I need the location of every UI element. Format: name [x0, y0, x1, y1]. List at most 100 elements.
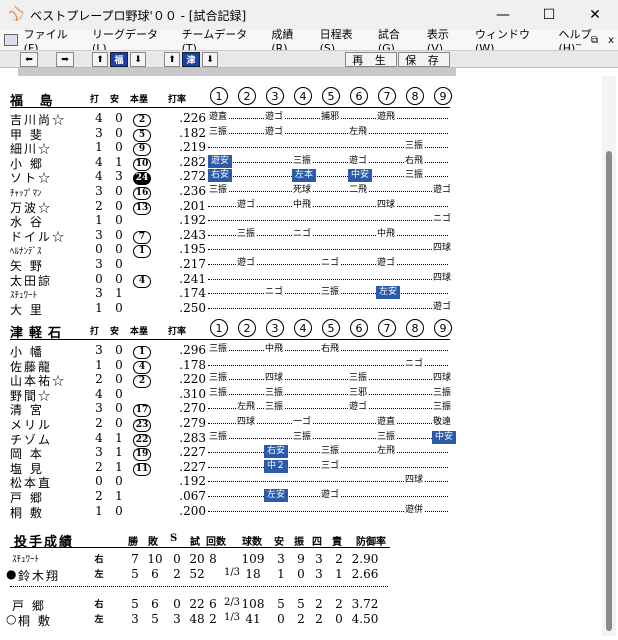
team2-player-row[interactable]: チゾム 4 1 22.283 三振 三振 三振 中安	[10, 430, 470, 447]
at-bat-result: 四球	[236, 416, 257, 429]
mdi-close-button[interactable]: x	[608, 35, 614, 46]
home-runs: 24	[132, 169, 152, 186]
at-bat-result: 遊飛	[376, 111, 397, 124]
pitching-rule	[10, 547, 390, 548]
pitcher-stat-w: 5	[131, 567, 139, 581]
team1-player-row[interactable]: 万波☆ 2 0 13.201 遊ゴ 中飛 四球	[10, 198, 470, 215]
at-bat-dots	[208, 278, 448, 280]
mdi-restore-button[interactable]: ⧉	[591, 35, 598, 46]
batting-average: .201	[179, 198, 206, 213]
pitcher-stat-g: 52	[189, 567, 205, 581]
batting-average: .178	[179, 357, 206, 372]
team1-player-row[interactable]: 太田諒 0 0 4.241 四球	[10, 271, 470, 288]
scrollbar-thumb[interactable]	[606, 151, 612, 631]
at-bats: 2	[95, 489, 103, 503]
window-title: ベストプレープロ野球'００ - [試合記録]	[30, 8, 247, 23]
at-bat-result: 右安	[208, 169, 233, 183]
at-bat-result: 右飛	[404, 154, 425, 168]
home-runs: 10	[132, 155, 152, 171]
team1-player-row[interactable]: ﾁｬｯﾌﾟﾏﾝ 3 0 16 .236 三振 死球 二飛 遊ゴ	[10, 184, 470, 200]
team1-inning-7: 7	[378, 87, 396, 105]
team1-up-icon[interactable]: ⬆	[92, 52, 108, 67]
at-bats: 1	[95, 140, 103, 155]
team2-player-row[interactable]: 佐藤龍 1 0 4.178 ニゴ	[10, 357, 470, 374]
play-button[interactable]: 再 生	[345, 52, 397, 67]
save-button[interactable]: 保 存	[398, 52, 450, 67]
batting-average: .236	[179, 184, 206, 198]
document-system-icon[interactable]	[4, 34, 18, 46]
team1-player-row[interactable]: ｽﾁｭﾜｰﾄ 3 1 .174 ニゴ 三振 左安	[10, 286, 470, 301]
team2-inning-9: 9	[434, 319, 452, 337]
pitcher-row[interactable]: 戸 郷右 5 6 0 22 6 108 5 5 2 2 3.72 2/3	[10, 597, 410, 613]
hits: 0	[115, 372, 123, 387]
team2-player-row[interactable]: 戸 郷 2 1.067 左安 遊ゴ	[10, 489, 470, 505]
team1-down-icon[interactable]: ⬇	[130, 52, 146, 67]
team1-player-row[interactable]: 矢 野 3 0.217 遊ゴ ニゴ 遊ゴ	[10, 257, 470, 273]
team2-player-row[interactable]: 岡 本 3 1 19.227 右安 三振 左飛	[10, 445, 470, 462]
at-bat-result: 三振	[320, 445, 341, 459]
mdi-minimize-button[interactable]: _	[576, 35, 581, 46]
at-bats: 2	[95, 372, 103, 387]
pitcher-stat-l: 5	[151, 612, 159, 626]
pitcher-innings-fraction: 2/3	[223, 597, 241, 608]
pitcher-stat-h: 0	[277, 612, 285, 626]
pitcher-row[interactable]: ｽﾁｭﾜｰﾄ右 7 10 0 20 8 109 3 9 3 2 2.90	[10, 552, 410, 568]
batting-average: .226	[179, 111, 206, 125]
team2-player-row[interactable]: 松本直 0 0.192 四球	[10, 474, 470, 490]
prev-arrow-icon[interactable]: ⬅	[20, 52, 38, 67]
team2-player-row[interactable]: 塩 見 2 1 11.227 中２ 三ゴ	[10, 459, 470, 476]
team2-down-icon[interactable]: ⬇	[202, 52, 218, 67]
vertical-scrollbar[interactable]	[602, 76, 616, 636]
at-bat-result: 二飛	[348, 184, 369, 197]
at-bat-result: 右飛	[320, 343, 341, 356]
team1-player-row[interactable]: ドイル☆ 3 0 7.243 三振 ニゴ 中飛	[10, 227, 470, 244]
pitcher-hand: 左	[94, 570, 104, 580]
at-bat-result: 一ゴ	[292, 416, 313, 429]
pitching-col-header: 回数	[206, 537, 226, 548]
team2-inning-3: 3	[266, 319, 284, 337]
player-name: ﾍﾙﾅﾝﾃﾞｽ	[10, 247, 42, 258]
toolbar: ⬅ ➡ ⬆ 福 ⬇ ⬆ 津 ⬇ 再 生 保 存	[0, 50, 618, 68]
at-bat-dots	[208, 379, 448, 381]
at-bat-dots	[208, 437, 448, 439]
pitcher-row[interactable]: ● 鈴木翔左 5 6 2 52 18 1 0 3 1 2.66 1/3	[6, 567, 410, 583]
team1-player-row[interactable]: ソト☆ 4 3 24.272 右安 左本 中安 三振	[10, 169, 470, 186]
next-arrow-icon[interactable]: ➡	[56, 52, 74, 67]
at-bat-result: 左飛	[236, 401, 257, 415]
home-runs: 2	[132, 372, 152, 389]
pitcher-stat-k: 2	[297, 612, 305, 626]
team1-button[interactable]: 福	[110, 52, 128, 67]
pitcher-row[interactable]: ○ 桐 敷左 3 5 3 48 2 41 0 2 2 0 4.50 1/3	[6, 612, 410, 628]
pitcher-hand: 右	[94, 600, 104, 610]
at-bat-result: 三振	[348, 372, 369, 386]
team2-player-row[interactable]: 山本祐☆ 2 0 2.220 三振 四球 三振 四球	[10, 372, 470, 389]
team1-player-row[interactable]: 甲 斐 3 0 5.182 三振 遊ゴ 左飛	[10, 125, 470, 142]
team2-button[interactable]: 津	[182, 52, 200, 67]
at-bat-result: 遊ゴ	[236, 198, 257, 212]
team1-player-row[interactable]: 水 谷 1 0.192 ニゴ	[10, 213, 470, 229]
menu-bar: ファイル(F) リーグデータ(L) チームデータ(T) 成績(R) 日程表(S)…	[0, 28, 618, 55]
team2-player-row[interactable]: 小 幡 3 0 1.296 三振 中飛 右飛	[10, 343, 470, 359]
team2-up-icon[interactable]: ⬆	[164, 52, 180, 67]
hits: 3	[115, 169, 123, 184]
team1-player-row[interactable]: 小 郷 4 1 10.282 遊安 三振 遊ゴ 右飛	[10, 154, 470, 171]
team1-player-row[interactable]: 吉川尚☆ 4 0 2.226 遊直 遊ゴ 捕邪 遊飛	[10, 111, 470, 127]
team2-player-row[interactable]: メリル 2 0 23.279 四球 一ゴ 遊直 敬遠	[10, 416, 470, 432]
team1-inning-6: 6	[350, 87, 368, 105]
at-bat-result: 三振	[208, 372, 229, 386]
team2-inning-7: 7	[378, 319, 396, 337]
team1-player-row[interactable]: ﾍﾙﾅﾝﾃﾞｽ 0 0 1.195 四球	[10, 242, 470, 259]
player-name: 桐 敷	[10, 505, 44, 520]
hits: 1	[115, 489, 123, 503]
home-runs: 4	[132, 272, 152, 288]
team2-player-row[interactable]: 桐 敷 1 0 .200 遊併	[10, 503, 470, 520]
at-bat-dots	[208, 249, 448, 251]
team2-player-row[interactable]: 野間☆ 4 0.310 三振 三振 三邪 三振	[10, 386, 470, 403]
at-bat-dots	[208, 220, 448, 222]
hits: 0	[115, 140, 123, 155]
team2-player-row[interactable]: 清 宮 3 0 17.270 左飛 三振 遊ゴ 三振	[10, 401, 470, 418]
at-bats: 4	[95, 430, 103, 445]
team1-player-row[interactable]: 細川☆ 1 0 9.219 三振	[10, 140, 470, 157]
at-bat-result: ニゴ	[264, 286, 285, 300]
team1-player-row[interactable]: 大 里 1 0 .250 遊ゴ	[10, 300, 470, 317]
